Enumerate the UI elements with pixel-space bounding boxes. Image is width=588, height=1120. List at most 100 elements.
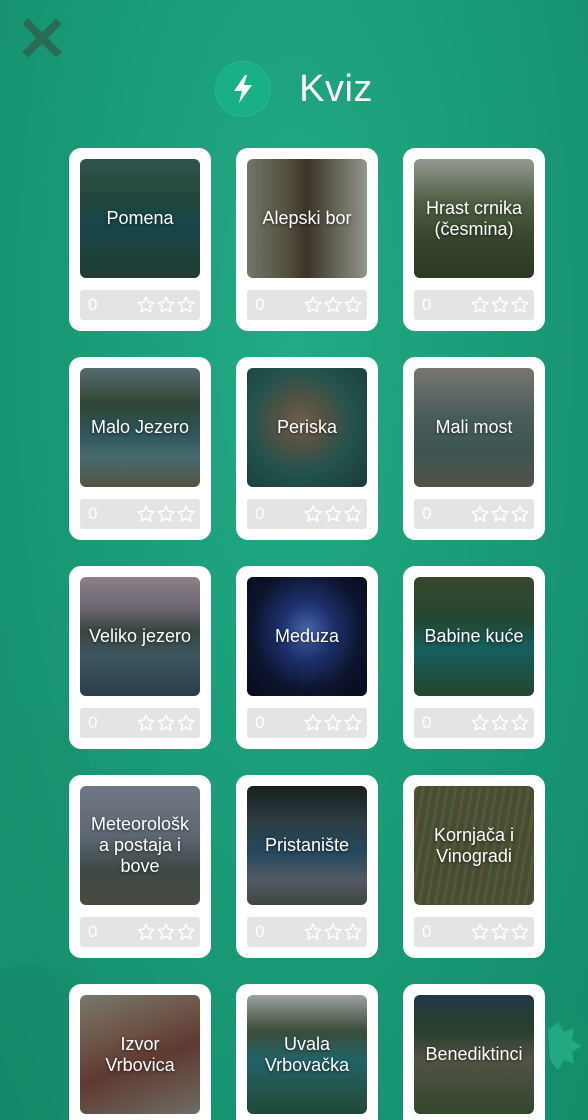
quiz-card[interactable]: Babine kuće 0 — [403, 566, 545, 749]
quiz-card[interactable]: Benediktinci0 — [403, 984, 545, 1120]
star-outline-icon — [490, 713, 510, 733]
star-rating — [303, 713, 363, 733]
quiz-thumbnail: Hrast crnika (česmina) — [414, 159, 534, 278]
star-outline-icon — [490, 922, 510, 942]
star-outline-icon — [136, 713, 156, 733]
star-outline-icon — [303, 504, 323, 524]
quiz-card[interactable]: Periska 0 — [236, 357, 378, 540]
quiz-card[interactable]: Mali most 0 — [403, 357, 545, 540]
star-outline-icon — [136, 504, 156, 524]
quiz-title-line: (česmina) — [434, 218, 514, 239]
star-outline-icon — [510, 295, 530, 315]
star-outline-icon — [176, 922, 196, 942]
close-icon — [22, 18, 62, 58]
quiz-card[interactable]: Meduza 0 — [236, 566, 378, 749]
page-title: Kviz — [299, 67, 373, 110]
star-outline-icon — [156, 713, 176, 733]
score-bar: 0 — [80, 708, 200, 738]
quiz-score: 0 — [255, 922, 265, 941]
quiz-score: 0 — [422, 504, 432, 523]
quiz-score: 0 — [255, 713, 265, 732]
star-outline-icon — [323, 713, 343, 733]
quiz-thumbnail: Babine kuće — [414, 577, 534, 696]
quiz-title-line: Pristanište — [264, 835, 350, 855]
star-outline-icon — [490, 504, 510, 524]
star-rating — [470, 713, 530, 733]
quiz-title-line: Mali most — [435, 417, 513, 437]
quiz-thumbnail: Meteorološk a postaja i bove — [80, 786, 200, 905]
score-bar: 0 — [247, 290, 367, 320]
quiz-thumbnail: Periska — [247, 368, 367, 487]
score-bar: 0 — [80, 290, 200, 320]
score-bar: 0 — [414, 499, 534, 529]
quiz-title: Pomena — [80, 159, 200, 278]
quiz-thumbnail: Alepski bor — [247, 159, 367, 278]
star-rating — [136, 295, 196, 315]
score-bar: 0 — [414, 917, 534, 947]
quiz-card[interactable]: Pristanište 0 — [236, 775, 378, 958]
quiz-title-line: Benediktinci — [425, 1044, 523, 1064]
quiz-title-line: Veliko jezero — [88, 626, 192, 646]
quiz-score: 0 — [255, 295, 265, 314]
quiz-title: Alepski bor — [247, 159, 367, 278]
score-bar: 0 — [247, 708, 367, 738]
star-outline-icon — [156, 295, 176, 315]
quiz-grid: Pomena 0 Alepski bor 0 Hrast crnika (česmina)… — [69, 148, 545, 1120]
star-outline-icon — [323, 504, 343, 524]
star-outline-icon — [323, 922, 343, 942]
quiz-title-line: Kornjača i — [433, 824, 515, 845]
quiz-title-line: Malo Jezero — [90, 417, 190, 437]
star-outline-icon — [343, 504, 363, 524]
star-outline-icon — [156, 504, 176, 524]
quiz-title: Uvala Vrbovačka — [247, 995, 367, 1114]
quiz-card[interactable]: Alepski bor 0 — [236, 148, 378, 331]
quiz-thumbnail: Pomena — [80, 159, 200, 278]
quiz-thumbnail: Kornjača i Vinogradi — [414, 786, 534, 905]
quiz-title: Hrast crnika (česmina) — [414, 159, 534, 278]
quiz-thumbnail: Benediktinci — [414, 995, 534, 1114]
quiz-title-line: Meduza — [274, 626, 340, 646]
quiz-title: Benediktinci — [414, 995, 534, 1114]
star-outline-icon — [470, 713, 490, 733]
quiz-card[interactable]: Hrast crnika (česmina) 0 — [403, 148, 545, 331]
quiz-title: Malo Jezero — [80, 368, 200, 487]
star-outline-icon — [510, 504, 530, 524]
quiz-title-line: bove — [120, 856, 160, 876]
quiz-thumbnail: Izvor Vrbovica — [80, 995, 200, 1114]
star-outline-icon — [156, 922, 176, 942]
score-bar: 0 — [414, 290, 534, 320]
quiz-card[interactable]: IzvorVrbovica0 — [69, 984, 211, 1120]
score-bar: 0 — [414, 708, 534, 738]
star-outline-icon — [510, 713, 530, 733]
quiz-title: Izvor Vrbovica — [80, 995, 200, 1114]
star-rating — [136, 713, 196, 733]
star-outline-icon — [176, 504, 196, 524]
quiz-card[interactable]: UvalaVrbovačka0 — [236, 984, 378, 1120]
quiz-title-line: Izvor — [120, 1033, 160, 1054]
quiz-title: Kornjača i Vinogradi — [414, 786, 534, 905]
star-outline-icon — [470, 295, 490, 315]
quiz-title: Mali most — [414, 368, 534, 487]
quiz-thumbnail: Malo Jezero — [80, 368, 200, 487]
quiz-title: Babine kuće — [414, 577, 534, 696]
close-button[interactable] — [22, 18, 62, 58]
quiz-title-line: Babine kuće — [424, 626, 524, 646]
quiz-title: Meteorološk a postaja i bove — [80, 786, 200, 905]
star-outline-icon — [470, 504, 490, 524]
quiz-card[interactable]: Pomena 0 — [69, 148, 211, 331]
star-rating — [470, 922, 530, 942]
quiz-score: 0 — [255, 504, 265, 523]
quiz-card[interactable]: Malo Jezero 0 — [69, 357, 211, 540]
star-outline-icon — [343, 295, 363, 315]
quiz-thumbnail: Uvala Vrbovačka — [247, 995, 367, 1114]
quiz-card[interactable]: Meteorološk a postaja i bove 0 — [69, 775, 211, 958]
star-outline-icon — [136, 922, 156, 942]
bolt-badge — [215, 61, 272, 117]
quiz-card[interactable]: Kornjača i Vinogradi 0 — [403, 775, 545, 958]
quiz-title: Meduza — [247, 577, 367, 696]
quiz-header: Kviz — [0, 60, 588, 118]
star-outline-icon — [303, 713, 323, 733]
quiz-card[interactable]: Veliko jezero 0 — [69, 566, 211, 749]
star-outline-icon — [323, 295, 343, 315]
score-bar: 0 — [247, 499, 367, 529]
